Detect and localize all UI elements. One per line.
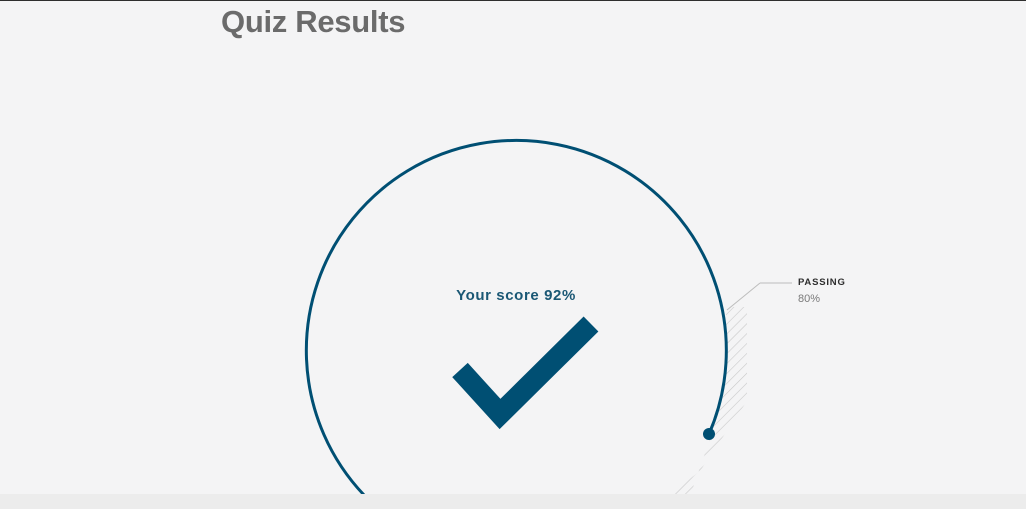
- passing-zone-hatch: [668, 307, 747, 496]
- checkmark-icon: [452, 316, 599, 430]
- quiz-results-page: Quiz Results Your score 92% PASSING 80%: [0, 0, 1026, 509]
- score-text: Your score 92%: [456, 287, 576, 304]
- passing-leader-line-diagonal: [726, 282, 761, 311]
- passing-value: 80%: [798, 293, 821, 305]
- score-marker-dot: [703, 428, 715, 440]
- score-gauge: [304, 139, 792, 497]
- passing-label: PASSING: [798, 277, 846, 288]
- bottom-band: [0, 494, 1026, 509]
- score-arc: [304, 139, 728, 497]
